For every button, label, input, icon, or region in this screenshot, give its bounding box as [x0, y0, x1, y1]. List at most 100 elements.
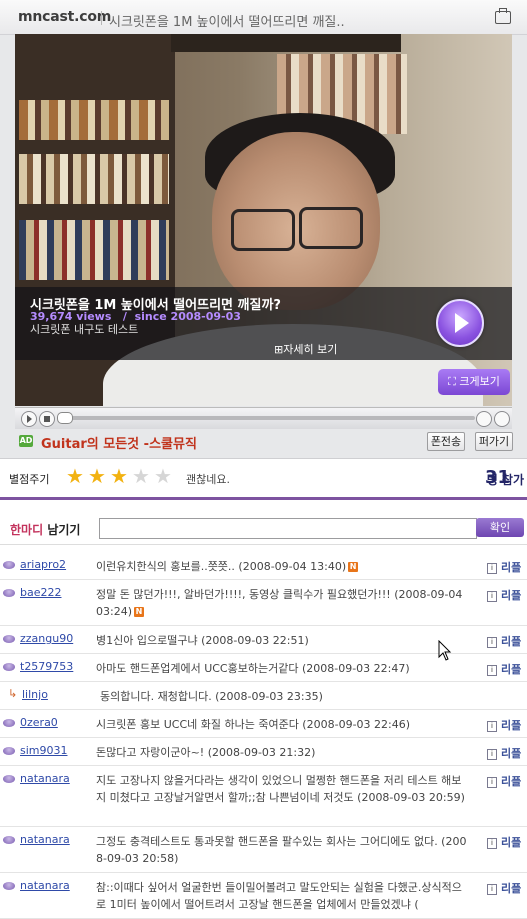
share-button[interactable]: 퍼가기 — [475, 432, 513, 451]
reply-label: 리플 — [501, 882, 522, 895]
ad-bar: AD Guitar의 모든것 -스쿨뮤직 폰전송 퍼가기 — [15, 430, 513, 454]
header-divider — [101, 11, 102, 25]
comment-row: natanara 참::이때다 싶어서 얼굴한번 들이밀어볼려고 말도안되는 실험… — [0, 873, 527, 919]
header-title: 시크릿폰을 1M 높이에서 떨어뜨리면 깨질.. — [109, 15, 345, 30]
comment-body: 정말 돈 많던가!!!, 알바던가!!!!, 동영상 클릭수가 필요했던가!!!… — [96, 588, 463, 618]
reply-button[interactable]: i 리플 — [487, 773, 521, 789]
play-button[interactable] — [436, 299, 484, 347]
ad-link[interactable]: Guitar의 모든것 -스쿨뮤직 — [41, 433, 197, 452]
comment-body: 아마도 핸드폰업계에서 UCC홍보하는거같다 (2008-09-03 22:47… — [96, 662, 410, 675]
player-header: mncast.com 시크릿폰을 1M 높이에서 떨어뜨리면 깨질.. — [0, 0, 527, 35]
participant-suffix: 명 참가 — [486, 473, 524, 487]
reply-button[interactable]: i 리플 — [487, 633, 521, 649]
comment-text: 정말 돈 많던가!!!, 알바던가!!!!, 동영상 클릭수가 필요했던가!!!… — [96, 586, 468, 620]
submit-button[interactable]: 확인 — [476, 518, 524, 537]
reply-icon: i — [487, 664, 497, 676]
detail-link[interactable]: ⊞자세히 보기 — [274, 341, 337, 357]
since-date: since 2008-09-03 — [134, 310, 241, 323]
comment-row: sim9031 돈많다고 자랑이군아~! (2008-09-03 21:32) i 리… — [0, 738, 527, 766]
comment-username[interactable]: natanara — [20, 879, 70, 892]
mncast-logo[interactable]: mncast.com — [18, 9, 111, 25]
reply-button[interactable]: i 리플 — [487, 717, 521, 733]
reply-button[interactable]: i 리플 — [487, 834, 521, 850]
reply-icon: i — [487, 562, 497, 574]
reply-icon: i — [487, 720, 497, 732]
star-icon[interactable]: ★ — [66, 466, 84, 486]
new-badge-icon: N — [134, 607, 144, 617]
stop-icon[interactable] — [39, 411, 55, 427]
rating-label: 별점주기 — [9, 473, 50, 486]
comment-row: bae222 정말 돈 많던가!!!, 알바던가!!!!, 동영상 클릭수가 필요… — [0, 580, 527, 626]
reply-icon: i — [487, 748, 497, 760]
star-icon[interactable]: ★ — [110, 466, 128, 486]
comment-text: 지도 고장나지 않을거다라는 생각이 있었으니 멀쩡한 핸드폰을 저리 테스트 … — [96, 772, 468, 806]
reply-icon: i — [487, 636, 497, 648]
comment-username[interactable]: ariapro2 — [20, 558, 66, 571]
star-icon[interactable]: ★ — [154, 466, 172, 486]
reply-button[interactable]: i 리플 — [487, 880, 521, 896]
reply-row: ↳ lilnjo 동의합니다. 재청합니다. (2008-09-03 23:35) — [0, 682, 527, 710]
user-bullet-icon — [3, 882, 15, 890]
comment-username[interactable]: sim9031 — [20, 744, 68, 757]
detail-link-label: 자세히 보기 — [283, 343, 338, 356]
write-label: 한마디 남기기 — [10, 521, 80, 538]
books-row-1 — [19, 100, 169, 140]
comment-body: 병1신아 입으로떨구냐 (2008-09-03 22:51) — [96, 634, 309, 647]
comment-text: 동의합니다. 재청합니다. (2008-09-03 23:35) — [100, 688, 472, 705]
comment-username[interactable]: 0zera0 — [20, 716, 58, 729]
comment-text: 돈많다고 자랑이군아~! (2008-09-03 21:32) — [96, 744, 468, 761]
bookshelf-top — [171, 34, 401, 52]
video-subtitle: 시크릿폰 내구도 테스트 — [30, 323, 139, 336]
reply-label: 리플 — [501, 663, 522, 676]
comment-text: 참::이때다 싶어서 얼굴한번 들이밀어볼려고 말도안되는 실험을 다했군.상식… — [96, 879, 468, 913]
reply-icon: i — [487, 837, 497, 849]
comment-username[interactable]: t2579753 — [20, 660, 73, 673]
star-icon[interactable]: ★ — [88, 466, 106, 486]
reply-icon: i — [487, 590, 497, 602]
comment-row: ariapro2 이런유치한식의 홍보를..쯧쯧.. (2008-09-04 13… — [0, 552, 527, 580]
comment-input[interactable] — [99, 518, 477, 539]
user-bullet-icon — [3, 836, 15, 844]
mouse-cursor-icon — [438, 640, 452, 661]
comment-body: 돈많다고 자랑이군아~! (2008-09-03 21:32) — [96, 746, 316, 759]
comment-row: natanara 그정도 충격테스트도 통과못할 핸드폰을 팔수있는 회사는 그어… — [0, 827, 527, 873]
reply-button[interactable]: i 리플 — [487, 587, 521, 603]
star-icon[interactable]: ★ — [132, 466, 150, 486]
glasses-right — [299, 207, 363, 249]
comment-body: 지도 고장나지 않을거다라는 생각이 있었으니 멀쩡한 핸드폰을 저리 테스트 … — [96, 774, 465, 804]
play-small-icon[interactable] — [21, 411, 37, 427]
comment-list: ariapro2 이런유치한식의 홍보를..쯧쯧.. (2008-09-04 13… — [0, 552, 527, 919]
comment-username[interactable]: zzangu90 — [20, 632, 73, 645]
fullscreen-icon[interactable] — [494, 411, 510, 427]
popup-window-icon[interactable] — [495, 8, 511, 24]
user-bullet-icon — [3, 747, 15, 755]
rating-text: 괜찮네요. — [186, 473, 230, 486]
comment-text: 시크릿폰 홍보 UCC네 화질 하나는 죽여준다 (2008-09-03 22:… — [96, 716, 468, 733]
reply-label: 리플 — [501, 589, 522, 602]
seek-bar[interactable] — [57, 412, 475, 424]
comment-username[interactable]: natanara — [20, 772, 70, 785]
comment-username[interactable]: bae222 — [20, 586, 62, 599]
comment-text: 병1신아 입으로떨구냐 (2008-09-03 22:51) — [96, 632, 468, 649]
user-bullet-icon — [3, 775, 15, 783]
expand-icon: ⛶ — [448, 375, 460, 388]
seek-handle[interactable] — [57, 412, 73, 424]
reply-icon: i — [487, 883, 497, 895]
write-label-pink: 한마디 — [10, 523, 44, 537]
reply-label: 리플 — [501, 836, 522, 849]
player-controls — [15, 407, 512, 429]
reply-label: 리플 — [501, 719, 522, 732]
reply-button[interactable]: i 리플 — [487, 661, 521, 677]
comment-text: 아마도 핸드폰업계에서 UCC홍보하는거같다 (2008-09-03 22:47… — [96, 660, 468, 677]
reply-label: 리플 — [501, 775, 522, 788]
rating-bar: 별점주기 ★ ★ ★ ★ ★ 괜찮네요. 31 명 참가 — [0, 459, 527, 497]
comment-username[interactable]: lilnjo — [22, 688, 48, 701]
comment-username[interactable]: natanara — [20, 833, 70, 846]
volume-icon[interactable] — [476, 411, 492, 427]
big-view-button[interactable]: ⛶ 크게보기 — [438, 369, 510, 395]
comment-body: 이런유치한식의 홍보를..쯧쯧.. (2008-09-04 13:40) — [96, 560, 347, 573]
reply-button[interactable]: i 리플 — [487, 559, 521, 575]
reply-icon: i — [487, 776, 497, 788]
phone-send-button[interactable]: 폰전송 — [427, 432, 465, 451]
reply-button[interactable]: i 리플 — [487, 745, 521, 761]
